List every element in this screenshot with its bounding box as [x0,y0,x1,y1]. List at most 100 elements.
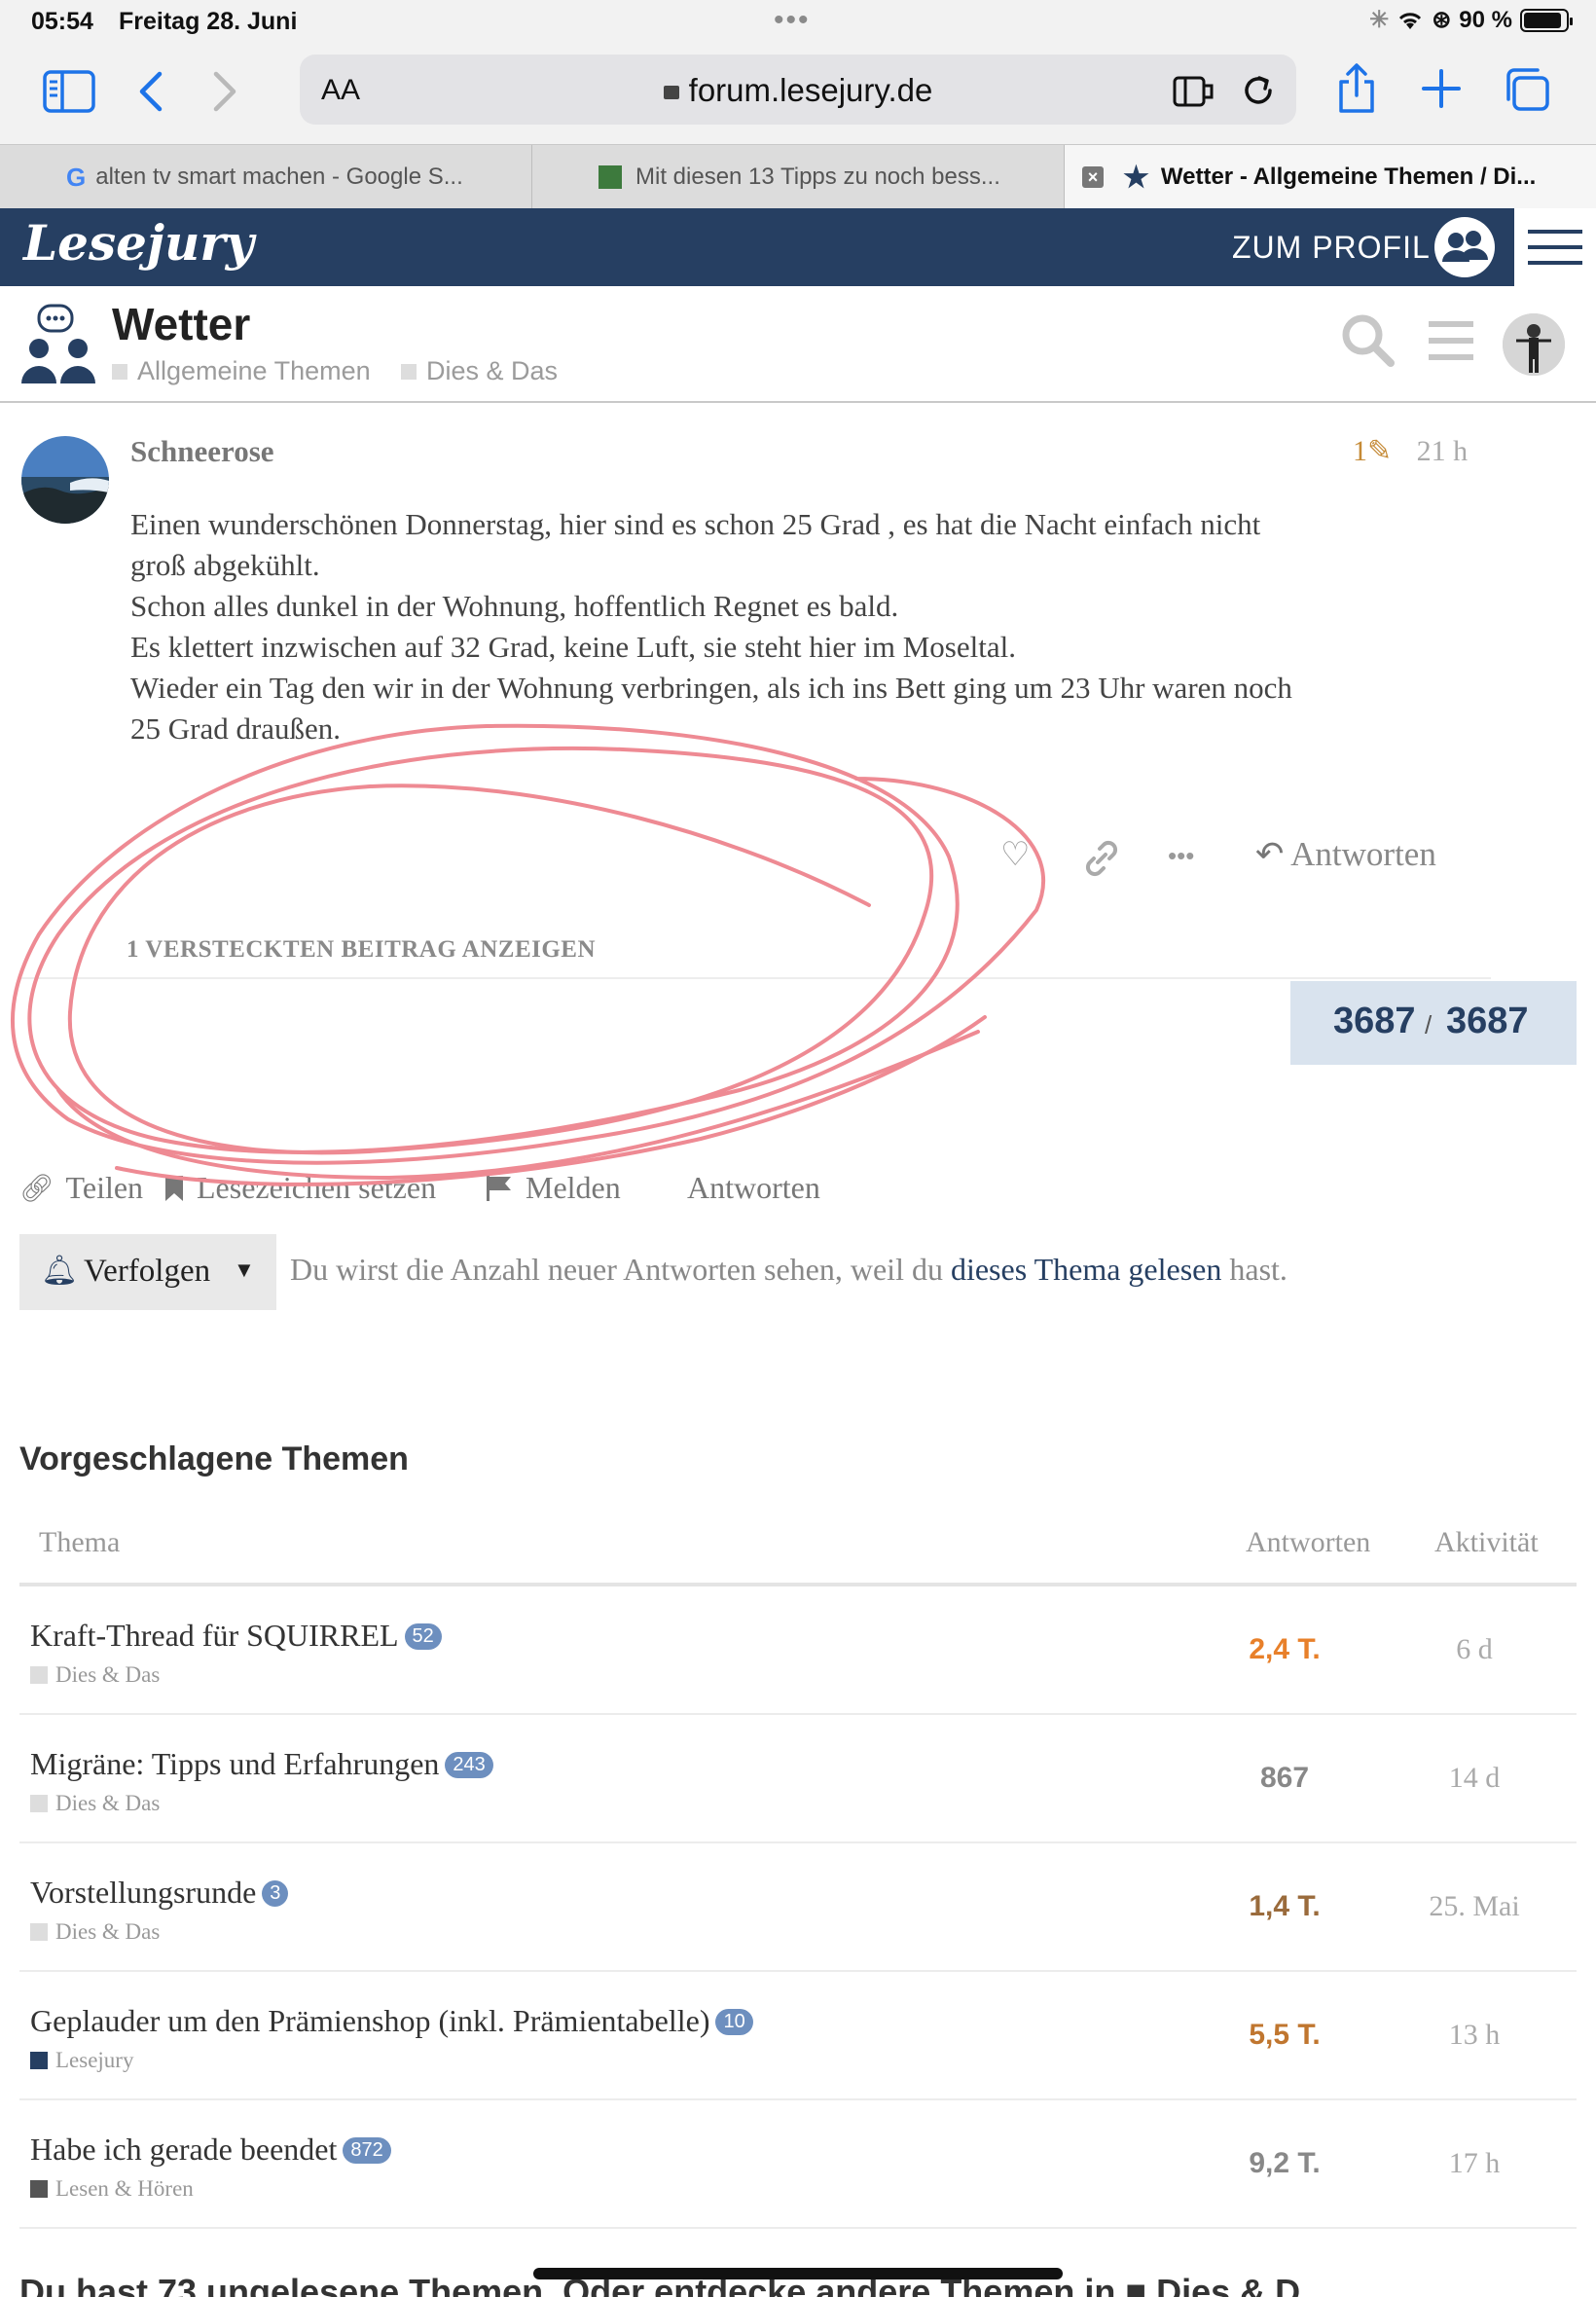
caret-down-icon: ▼ [234,1258,255,1282]
site-favicon-icon [598,165,622,189]
progress-separator: / [1425,1010,1433,1039]
share-button[interactable]: 🔗︎ Teilen [19,1170,143,1206]
tab-tipps[interactable]: Mit diesen 13 Tipps zu noch bess... [532,145,1064,209]
category-label: Lesen & Hören [55,2176,194,2201]
post-author-avatar[interactable] [21,436,109,524]
orientation-lock-icon: ⊛ [1432,7,1452,33]
post-meta: 1✎ 21 h [1353,434,1468,468]
unread-count-badge[interactable]: 243 [445,1752,493,1778]
topic-progress[interactable]: 3687 / 3687 [1290,981,1577,1065]
post-age[interactable]: 21 h [1417,435,1469,467]
post-author[interactable]: Schneerose [130,434,274,469]
profile-avatar-icon[interactable] [1434,217,1495,277]
forward-icon[interactable] [210,70,239,113]
unread-count-badge[interactable]: 52 [404,1623,442,1650]
tab-overview-icon[interactable] [1503,66,1551,113]
topic-title-link[interactable]: Habe ich gerade beendet 872 [30,2132,391,2168]
forum-logo-icon[interactable] [18,304,99,385]
table-row[interactable]: Kraft-Thread für SQUIRREL 52 Dies & Das 2,4… [19,1586,1577,1715]
list-menu-icon[interactable] [1427,319,1475,362]
topic-title-link[interactable]: Migräne: Tipps und Erfahrungen 243 [30,1746,493,1782]
link-icon[interactable] [1082,839,1121,878]
topic-category[interactable]: Dies & Das [30,1919,160,1945]
back-icon[interactable] [136,70,165,113]
reload-icon[interactable] [1240,72,1277,109]
url-display[interactable]: forum.lesejury.de [300,72,1296,109]
activity-age[interactable]: 13 h [1382,2019,1567,2052]
hamburger-menu-icon[interactable] [1514,208,1596,286]
category-label: Dies & Das [426,356,559,385]
reply-count[interactable]: 2,4 T. [1207,1633,1362,1666]
tab-wetter[interactable]: × ★ Wetter - Allgemeine Themen / Di... [1065,145,1596,209]
address-bar[interactable]: AA forum.lesejury.de [300,55,1296,125]
multitasking-dots-icon[interactable]: ••• [774,4,811,37]
progress-current: 3687 [1333,1001,1416,1041]
search-icon[interactable] [1341,313,1396,368]
column-header-replies[interactable]: Antworten [1246,1526,1370,1559]
more-actions-icon[interactable]: ••• [1168,841,1194,871]
topic-category[interactable]: Dies & Das [30,1662,160,1688]
notification-reason: Du wirst die Anzahl neuer Antworten sehe… [290,1252,1288,1288]
table-row[interactable]: Vorstellungsrunde 3 Dies & Das 1,4 T. 25. Ma… [19,1843,1577,1972]
user-avatar[interactable] [1503,313,1565,376]
new-tab-icon[interactable] [1421,68,1462,109]
activity-age[interactable]: 14 d [1382,1762,1567,1795]
reply-count[interactable]: 1,4 T. [1207,1890,1362,1923]
show-hidden-posts-link[interactable]: 1 VERSTECKTEN BEITRAG ANZEIGEN [127,936,596,964]
unread-count-badge[interactable]: 10 [715,2009,753,2035]
reply-icon: ↶ [1255,835,1285,873]
category-color-swatch [30,1795,48,1812]
home-indicator[interactable] [533,2268,1063,2279]
pencil-icon: ✎ [1367,435,1393,467]
flag-button[interactable]: Melden [485,1170,621,1206]
status-date: Freitag 28. Juni [119,8,298,35]
star-favicon-icon: ★ [1123,161,1149,194]
topic-category[interactable]: Lesejury [30,2048,133,2073]
status-bar: 05:54 Freitag 28. Juni ••• ✳ ⊛ 90 % [0,0,1596,47]
like-icon[interactable]: ♡ [1000,835,1030,874]
edit-count[interactable]: 1✎ [1353,435,1392,467]
topic-category[interactable]: Lesen & Hören [30,2176,194,2202]
table-row[interactable]: Migräne: Tipps und Erfahrungen 243 Dies & … [19,1715,1577,1843]
category-label: Dies & Das [55,1791,161,1815]
site-header: Lesejury ZUM PROFIL [0,208,1596,286]
unread-count-badge[interactable]: 872 [343,2137,391,2164]
loading-icon: ✳ [1369,7,1390,33]
tab-label: Mit diesen 13 Tipps zu noch bess... [635,164,1000,190]
lesejury-logo[interactable]: Lesejury [23,214,254,272]
activity-age[interactable]: 17 h [1382,2147,1567,2180]
post-divider [21,977,1491,979]
category-link[interactable]: Allgemeine Themen [112,356,371,386]
column-header-topic: Thema [39,1526,121,1558]
topic-title-link[interactable]: Geplauder um den Prämienshop (inkl. Präm… [30,2003,753,2039]
unread-count-badge[interactable]: 3 [262,1880,289,1907]
topic-title-text: Migräne: Tipps und Erfahrungen [30,1746,440,1781]
footer-reply-button[interactable]: Antworten [687,1170,820,1206]
reply-count[interactable]: 5,5 T. [1207,2019,1362,2052]
category-color-swatch [30,2052,48,2069]
topic-category[interactable]: Dies & Das [30,1791,160,1816]
tab-google[interactable]: G alten tv smart machen - Google S... [0,145,531,209]
reply-count[interactable]: 9,2 T. [1207,2147,1362,2180]
table-row[interactable]: Geplauder um den Prämienshop (inkl. Präm… [19,1972,1577,2100]
battery-percent: 90 % [1459,6,1512,33]
close-tab-icon[interactable]: × [1082,166,1104,188]
activity-age[interactable]: 6 d [1382,1633,1567,1666]
column-header-activity[interactable]: Aktivität [1434,1526,1539,1559]
activity-age[interactable]: 25. Mai [1382,1890,1567,1923]
topic-title-link[interactable]: Vorstellungsrunde 3 [30,1875,289,1911]
share-icon[interactable] [1335,62,1378,115]
extensions-icon[interactable] [1172,74,1215,109]
profile-link[interactable]: ZUM PROFIL [1232,230,1431,266]
table-row[interactable]: Habe ich gerade beendet 872 Lesen & Hören 9… [19,2100,1577,2229]
reply-count[interactable]: 867 [1207,1762,1362,1795]
progress-total: 3687 [1446,1001,1529,1041]
bookmark-button[interactable]: Lesezeichen setzen [163,1170,436,1206]
category-link[interactable]: Dies & Das [401,356,558,386]
notification-level-button[interactable]: 🔔︎ Verfolgen ▼ [19,1234,276,1310]
sidebar-icon[interactable] [43,70,95,113]
read-topic-link[interactable]: dieses Thema gelesen [951,1252,1221,1287]
topic-title-link[interactable]: Kraft-Thread für SQUIRREL 52 [30,1618,442,1654]
reply-button[interactable]: ↶ Antworten [1255,835,1436,874]
topic-title[interactable]: Wetter [112,298,250,350]
